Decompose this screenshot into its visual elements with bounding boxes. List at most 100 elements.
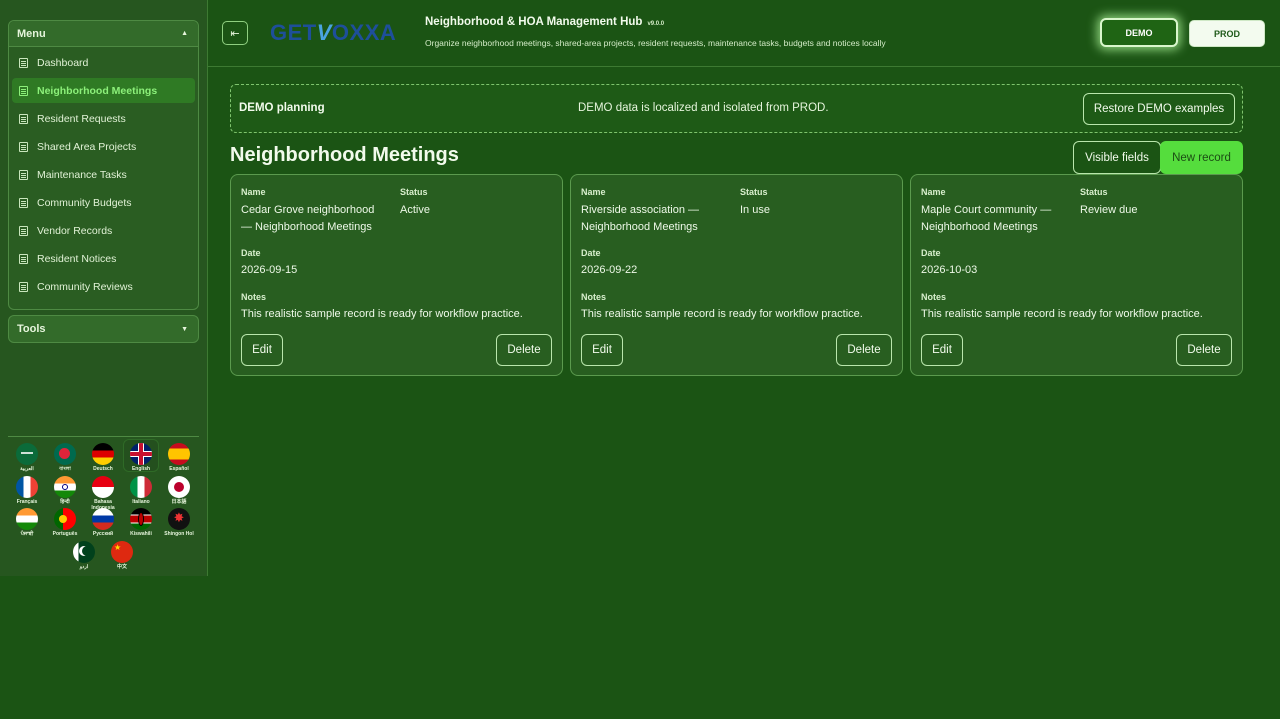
document-icon (19, 281, 28, 292)
language-label: 中文 (116, 564, 127, 570)
delete-button[interactable]: Delete (496, 334, 552, 366)
banner-title: DEMO planning (239, 102, 325, 114)
record-card: Name Status Riverside association — Neigh… (570, 174, 903, 376)
sidebar-item-label: Community Reviews (37, 280, 133, 293)
language-label: বাংলা (59, 466, 71, 472)
edit-button[interactable]: Edit (581, 334, 623, 366)
status-label: Status (400, 187, 428, 197)
language-swahili[interactable]: Kiswahili (123, 508, 159, 537)
sidebar-item-vendor-records[interactable]: Vendor Records (12, 218, 195, 243)
record-card: Name Status Cedar Grove neighborhood — Ne… (230, 174, 563, 376)
record-card: Name Status Maple Court community — Neigh… (910, 174, 1243, 376)
language-bengali[interactable]: বাংলা (47, 443, 83, 472)
language-arabic[interactable]: العربية (9, 443, 45, 472)
tools-title: Tools (17, 323, 46, 335)
getvoxxa-logo: GETVOXXA (270, 20, 397, 45)
language-spanish[interactable]: Español (161, 443, 197, 472)
sidebar-item-label: Neighborhood Meetings (37, 84, 158, 97)
new-record-button[interactable]: New record (1160, 141, 1243, 174)
language-label: Español (169, 466, 189, 472)
record-status: Active (400, 204, 430, 216)
tools-header[interactable]: Tools ▼ (8, 315, 199, 343)
record-name: Riverside association — Neighborhood Meet… (581, 204, 699, 233)
edit-button[interactable]: Edit (241, 334, 283, 366)
sidebar-item-resident-notices[interactable]: Resident Notices (12, 246, 195, 271)
sidebar-item-resident-requests[interactable]: Resident Requests (12, 106, 195, 131)
collapse-sidebar-icon: ⇤ (230, 27, 240, 40)
document-icon (19, 57, 28, 68)
date-label: Date (581, 248, 601, 258)
language-urdu[interactable]: اردو (66, 541, 102, 570)
edit-button[interactable]: Edit (921, 334, 963, 366)
flag-spain-icon (168, 443, 190, 465)
sidebar-item-label: Resident Notices (37, 252, 117, 265)
language-label: العربية (20, 466, 34, 472)
language-shingon-hol[interactable]: ✸ Shingon Hol (161, 508, 197, 537)
app-subtitle: Organize neighborhood meetings, shared-a… (425, 38, 886, 48)
sidebar-item-label: Vendor Records (37, 224, 113, 237)
record-name: Cedar Grove neighborhood — Neighborhood M… (241, 204, 375, 233)
restore-demo-button[interactable]: Restore DEMO examples (1083, 93, 1235, 125)
sidebar-item-community-reviews[interactable]: Community Reviews (12, 274, 195, 299)
flag-saudi-icon (16, 443, 38, 465)
sidebar-item-maintenance-tasks[interactable]: Maintenance Tasks (12, 162, 195, 187)
sidebar-item-neighborhood-meetings[interactable]: Neighborhood Meetings (12, 78, 195, 103)
flag-kenya-icon (130, 508, 152, 530)
language-hindi[interactable]: हिन्दी (47, 476, 83, 505)
delete-button[interactable]: Delete (836, 334, 892, 366)
language-label: Shingon Hol (164, 531, 194, 537)
sidebar-item-dashboard[interactable]: Dashboard (12, 50, 195, 75)
flag-indonesia-icon (92, 476, 114, 498)
language-portuguese[interactable]: Português (47, 508, 83, 537)
prod-mode-button[interactable]: PROD (1189, 20, 1265, 47)
sidebar-item-label: Resident Requests (37, 112, 126, 125)
language-english[interactable]: English (123, 439, 159, 472)
sidebar-item-label: Shared Area Projects (37, 140, 137, 153)
chevron-up-icon: ▲ (181, 30, 188, 37)
sidebar-collapse-button[interactable]: ⇤ (222, 21, 248, 45)
flag-france-icon (16, 476, 38, 498)
menu-title: Menu (17, 27, 46, 40)
flag-germany-icon (92, 443, 114, 465)
language-japanese[interactable]: 日本語 (161, 476, 197, 505)
sidebar-item-shared-area-projects[interactable]: Shared Area Projects (12, 134, 195, 159)
language-label: ਪੰਜਾਬੀ (20, 531, 34, 537)
language-chinese[interactable]: ★ 中文 (104, 541, 140, 570)
app-version: v9.0.0 (647, 21, 665, 27)
name-label: Name (581, 187, 606, 197)
language-punjabi[interactable]: ਪੰਜਾਬੀ (9, 508, 45, 537)
document-icon (19, 113, 28, 124)
banner-message: DEMO data is localized and isolated from… (578, 102, 829, 114)
visible-fields-button[interactable]: Visible fields (1073, 141, 1161, 174)
notes-label: Notes (921, 292, 947, 302)
menu-header[interactable]: Menu ▲ (9, 21, 198, 47)
flag-bangladesh-icon (54, 443, 76, 465)
flag-russia-icon (92, 508, 114, 530)
status-label: Status (740, 187, 768, 197)
flag-india-icon (16, 508, 38, 530)
sidebar: Menu ▲ Dashboard Neighborhood Meetings R… (0, 0, 208, 576)
language-russian[interactable]: Русский (85, 508, 121, 537)
language-label: Kiswahili (130, 531, 152, 537)
language-label: 日本語 (171, 499, 187, 505)
language-german[interactable]: Deutsch (85, 443, 121, 472)
record-notes: This realistic sample record is ready fo… (241, 308, 523, 320)
language-label: اردو (79, 564, 89, 570)
demo-mode-button[interactable]: DEMO (1100, 18, 1178, 47)
language-label: Русский (92, 531, 114, 537)
flag-star-icon: ✸ (168, 508, 190, 530)
language-french[interactable]: Français (9, 476, 45, 505)
record-notes: This realistic sample record is ready fo… (921, 308, 1203, 320)
language-indonesian[interactable]: Bahasa Indonesia (85, 476, 121, 511)
language-italian[interactable]: Italiano (123, 476, 159, 505)
sidebar-item-community-budgets[interactable]: Community Budgets (12, 190, 195, 215)
flag-uk-icon (130, 443, 152, 465)
record-name: Maple Court community — Neighborhood Meet… (921, 204, 1052, 233)
date-label: Date (241, 248, 261, 258)
document-icon (19, 253, 28, 264)
record-date: 2026-10-03 (921, 264, 978, 276)
delete-button[interactable]: Delete (1176, 334, 1232, 366)
record-date: 2026-09-15 (241, 264, 298, 276)
document-icon (19, 141, 28, 152)
notes-label: Notes (581, 292, 607, 302)
